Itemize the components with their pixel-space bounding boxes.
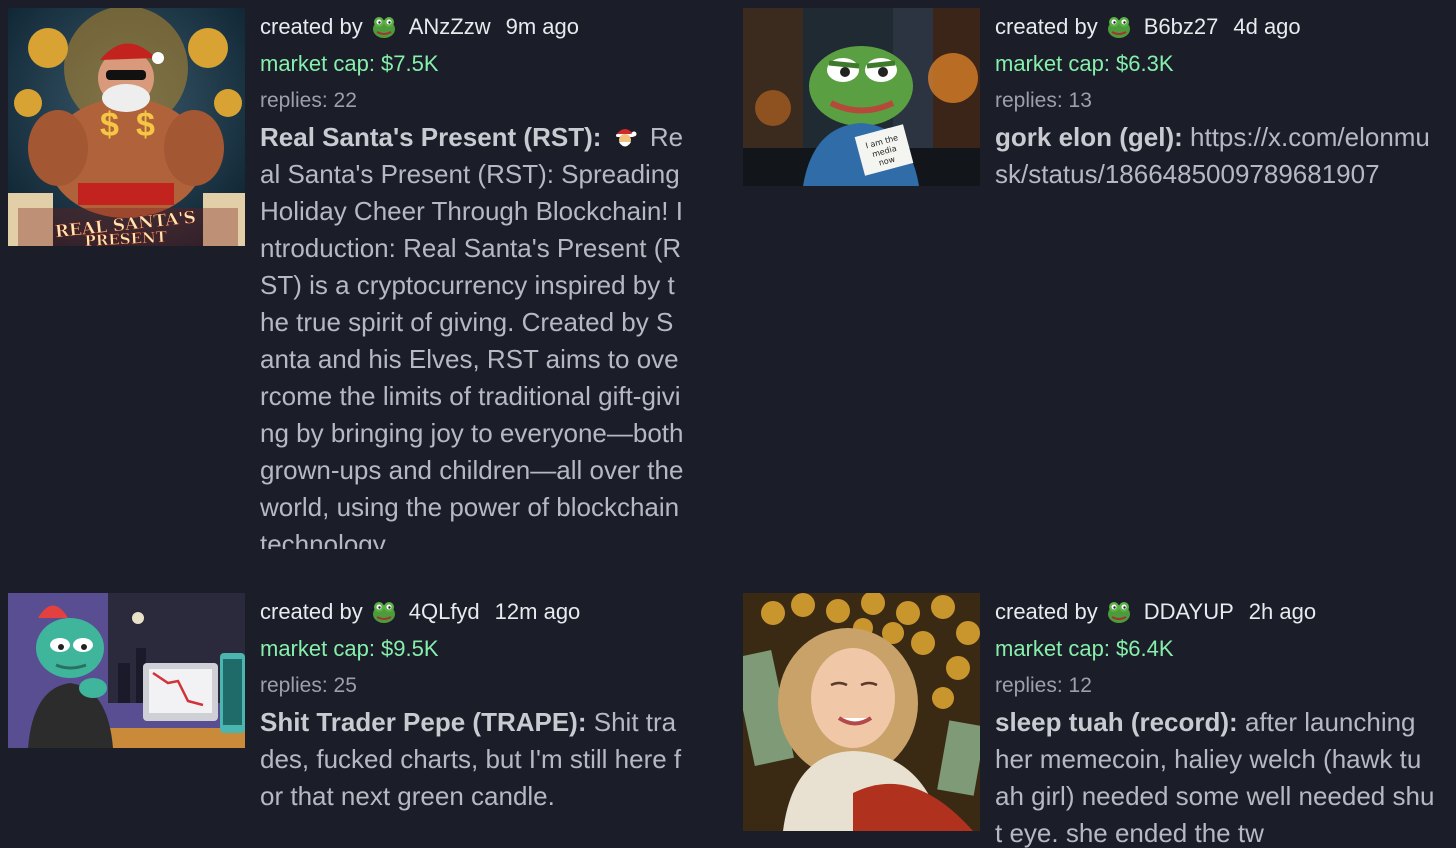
creator-line: created by DDAYUP 2h ago — [995, 593, 1435, 630]
replies-label: replies: — [260, 674, 334, 697]
market-cap-label: market cap: — [260, 636, 382, 661]
replies-count: replies: 25 — [260, 667, 684, 704]
coin-description: sleep tuah (record): after launching her… — [995, 704, 1435, 848]
creator-username[interactable]: 4QLfyd — [409, 593, 480, 630]
description-text: Real Santa's Present (RST): Spreading Ho… — [260, 122, 684, 549]
coin-image[interactable] — [743, 593, 980, 831]
market-cap-label: market cap: — [995, 636, 1117, 661]
coin-name: Shit Trader Pepe (TRAPE): — [260, 707, 587, 737]
market-cap-value: $9.5K — [381, 636, 439, 661]
coin-info: created by B6bz27 4d ago market cap: $6.… — [995, 8, 1435, 239]
market-cap: market cap: $7.5K — [260, 45, 684, 82]
replies-value: 25 — [333, 674, 357, 697]
santa-emoji-icon — [615, 129, 637, 147]
coin-description: Shit Trader Pepe (TRAPE): Shit trades, f… — [260, 704, 684, 824]
replies-value: 22 — [333, 89, 357, 112]
created-age: 12m ago — [494, 599, 581, 624]
replies-count: replies: 22 — [260, 82, 684, 119]
market-cap-value: $6.3K — [1116, 51, 1174, 76]
coin-info: created by DDAYUP 2h ago market cap: $6.… — [995, 593, 1435, 848]
creator-line: created by 4QLfyd 12m ago — [260, 593, 684, 630]
replies-count: replies: 12 — [995, 667, 1435, 704]
market-cap: market cap: $6.3K — [995, 45, 1435, 82]
market-cap-label: market cap: — [260, 51, 382, 76]
coin-name: gork elon (gel): — [995, 122, 1183, 152]
coin-name: Real Santa's Present (RST): — [260, 122, 602, 152]
coin-name: sleep tuah (record): — [995, 707, 1238, 737]
market-cap: market cap: $6.4K — [995, 630, 1435, 667]
creator-username[interactable]: B6bz27 — [1144, 8, 1219, 45]
created-age: 2h ago — [1248, 599, 1317, 624]
replies-count: replies: 13 — [995, 82, 1435, 119]
coin-info: created by 4QLfyd 12m ago market cap: $9… — [260, 593, 684, 824]
pepe-avatar-icon — [372, 601, 395, 623]
pepe-avatar-icon — [1107, 601, 1130, 623]
coin-image[interactable]: I am the media now — [743, 8, 980, 186]
pepe-avatar-icon — [372, 16, 395, 38]
coin-card-record[interactable]: created by DDAYUP 2h ago market cap: $6.… — [743, 593, 1443, 848]
coin-description: Real Santa's Present (RST): Real Santa's… — [260, 119, 684, 549]
created-by-label: created by — [260, 14, 363, 39]
created-age: 4d ago — [1233, 14, 1301, 39]
market-cap: market cap: $9.5K — [260, 630, 684, 667]
market-cap-value: $6.4K — [1116, 636, 1174, 661]
coin-description: gork elon (gel): https://x.com/elonmusk/… — [995, 119, 1435, 239]
creator-username[interactable]: DDAYUP — [1144, 593, 1234, 630]
svg-text:$: $ — [100, 106, 119, 144]
replies-value: 13 — [1068, 89, 1092, 112]
created-by-label: created by — [995, 14, 1098, 39]
coin-info: created by ANzZzw 9m ago market cap: $7.… — [260, 8, 684, 549]
market-cap-label: market cap: — [995, 51, 1117, 76]
replies-label: replies: — [995, 89, 1069, 112]
market-cap-value: $7.5K — [381, 51, 439, 76]
coin-card-gel[interactable]: I am the media now created by B6bz27 4d … — [743, 8, 1443, 548]
replies-value: 12 — [1068, 674, 1092, 697]
svg-text:$: $ — [136, 106, 155, 144]
creator-line: created by B6bz27 4d ago — [995, 8, 1435, 45]
coin-image[interactable] — [8, 593, 245, 748]
created-age: 9m ago — [505, 14, 580, 39]
created-by-label: created by — [260, 599, 363, 624]
coin-card-trape[interactable]: created by 4QLfyd 12m ago market cap: $9… — [8, 593, 688, 833]
created-by-label: created by — [995, 599, 1098, 624]
coin-card-rst[interactable]: $ $ REAL SANTA'S PRESENT created by ANzZ… — [8, 8, 688, 549]
replies-label: replies: — [260, 89, 334, 112]
creator-username[interactable]: ANzZzw — [409, 8, 491, 45]
coin-image[interactable]: $ $ REAL SANTA'S PRESENT — [8, 8, 245, 246]
creator-line: created by ANzZzw 9m ago — [260, 8, 684, 45]
svg-text:PRESENT: PRESENT — [84, 228, 168, 246]
pepe-avatar-icon — [1107, 16, 1130, 38]
replies-label: replies: — [995, 674, 1069, 697]
